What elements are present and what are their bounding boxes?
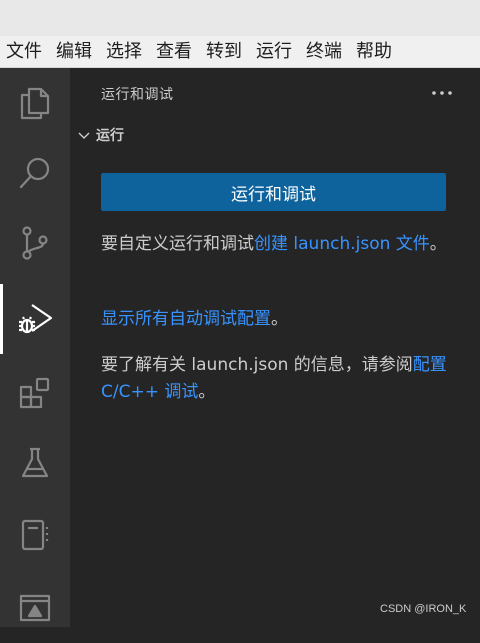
more-actions-button[interactable]	[428, 82, 456, 104]
extensions-icon	[19, 377, 50, 409]
customize-paragraph: 要自定义运行和调试创建 launch.json 文件。	[101, 231, 456, 258]
menu-go[interactable]: 转到	[206, 36, 242, 68]
show-configs-suffix: 。	[271, 309, 288, 329]
section-title: 运行	[96, 128, 124, 144]
run-and-debug-button[interactable]: 运行和调试	[101, 173, 446, 211]
activity-notebook[interactable]	[0, 500, 70, 570]
activity-extensions[interactable]	[0, 358, 70, 428]
menu-terminal[interactable]: 终端	[306, 36, 342, 68]
testing-icon	[21, 447, 49, 478]
customize-suffix: 。	[429, 234, 447, 254]
window-titlebar	[0, 0, 480, 36]
search-icon	[19, 157, 50, 189]
create-launch-json-link[interactable]: 创建 launch.json 文件	[254, 234, 430, 254]
activity-bar	[0, 68, 70, 627]
show-configs-paragraph: 显示所有自动调试配置。	[101, 306, 456, 333]
explorer-icon	[20, 87, 50, 120]
watermark: CSDN @IRON_K	[380, 603, 467, 615]
menu-view[interactable]: 查看	[156, 36, 192, 68]
activity-remote-explorer[interactable]	[0, 573, 70, 643]
learn-more-paragraph: 要了解有关 launch.json 的信息，请参阅配置 C/C++ 调试。	[101, 352, 456, 406]
activity-explorer[interactable]	[0, 68, 70, 138]
ellipsis-icon	[432, 91, 452, 95]
menubar: 文件 编辑 选择 查看 转到 运行 终端 帮助	[0, 36, 480, 68]
activity-search[interactable]	[0, 138, 70, 208]
learn-more-suffix: 。	[198, 382, 216, 402]
activity-run-debug[interactable]	[0, 284, 70, 354]
activity-testing[interactable]	[0, 428, 70, 498]
show-auto-debug-configs-link[interactable]: 显示所有自动调试配置	[101, 309, 271, 329]
section-header-run[interactable]: 运行	[76, 124, 124, 146]
menu-run[interactable]: 运行	[256, 36, 292, 68]
run-debug-sidebar: 运行和调试 运行 运行和调试 要自定义运行和调试创建 launch.json 文…	[70, 68, 480, 627]
chevron-down-icon	[78, 132, 90, 139]
menu-help[interactable]: 帮助	[356, 36, 392, 68]
sidebar-title: 运行和调试	[101, 87, 174, 103]
run-debug-icon	[19, 304, 53, 334]
menu-file[interactable]: 文件	[6, 36, 42, 68]
menu-edit[interactable]: 编辑	[56, 36, 92, 68]
remote-explorer-icon	[19, 594, 51, 622]
menu-selection[interactable]: 选择	[106, 36, 142, 68]
learn-more-text: 要了解有关 launch.json 的信息，请参阅	[101, 355, 413, 375]
source-control-icon	[22, 226, 48, 260]
customize-text: 要自定义运行和调试	[101, 234, 254, 254]
activity-source-control[interactable]	[0, 208, 70, 278]
notebook-icon	[21, 519, 49, 551]
